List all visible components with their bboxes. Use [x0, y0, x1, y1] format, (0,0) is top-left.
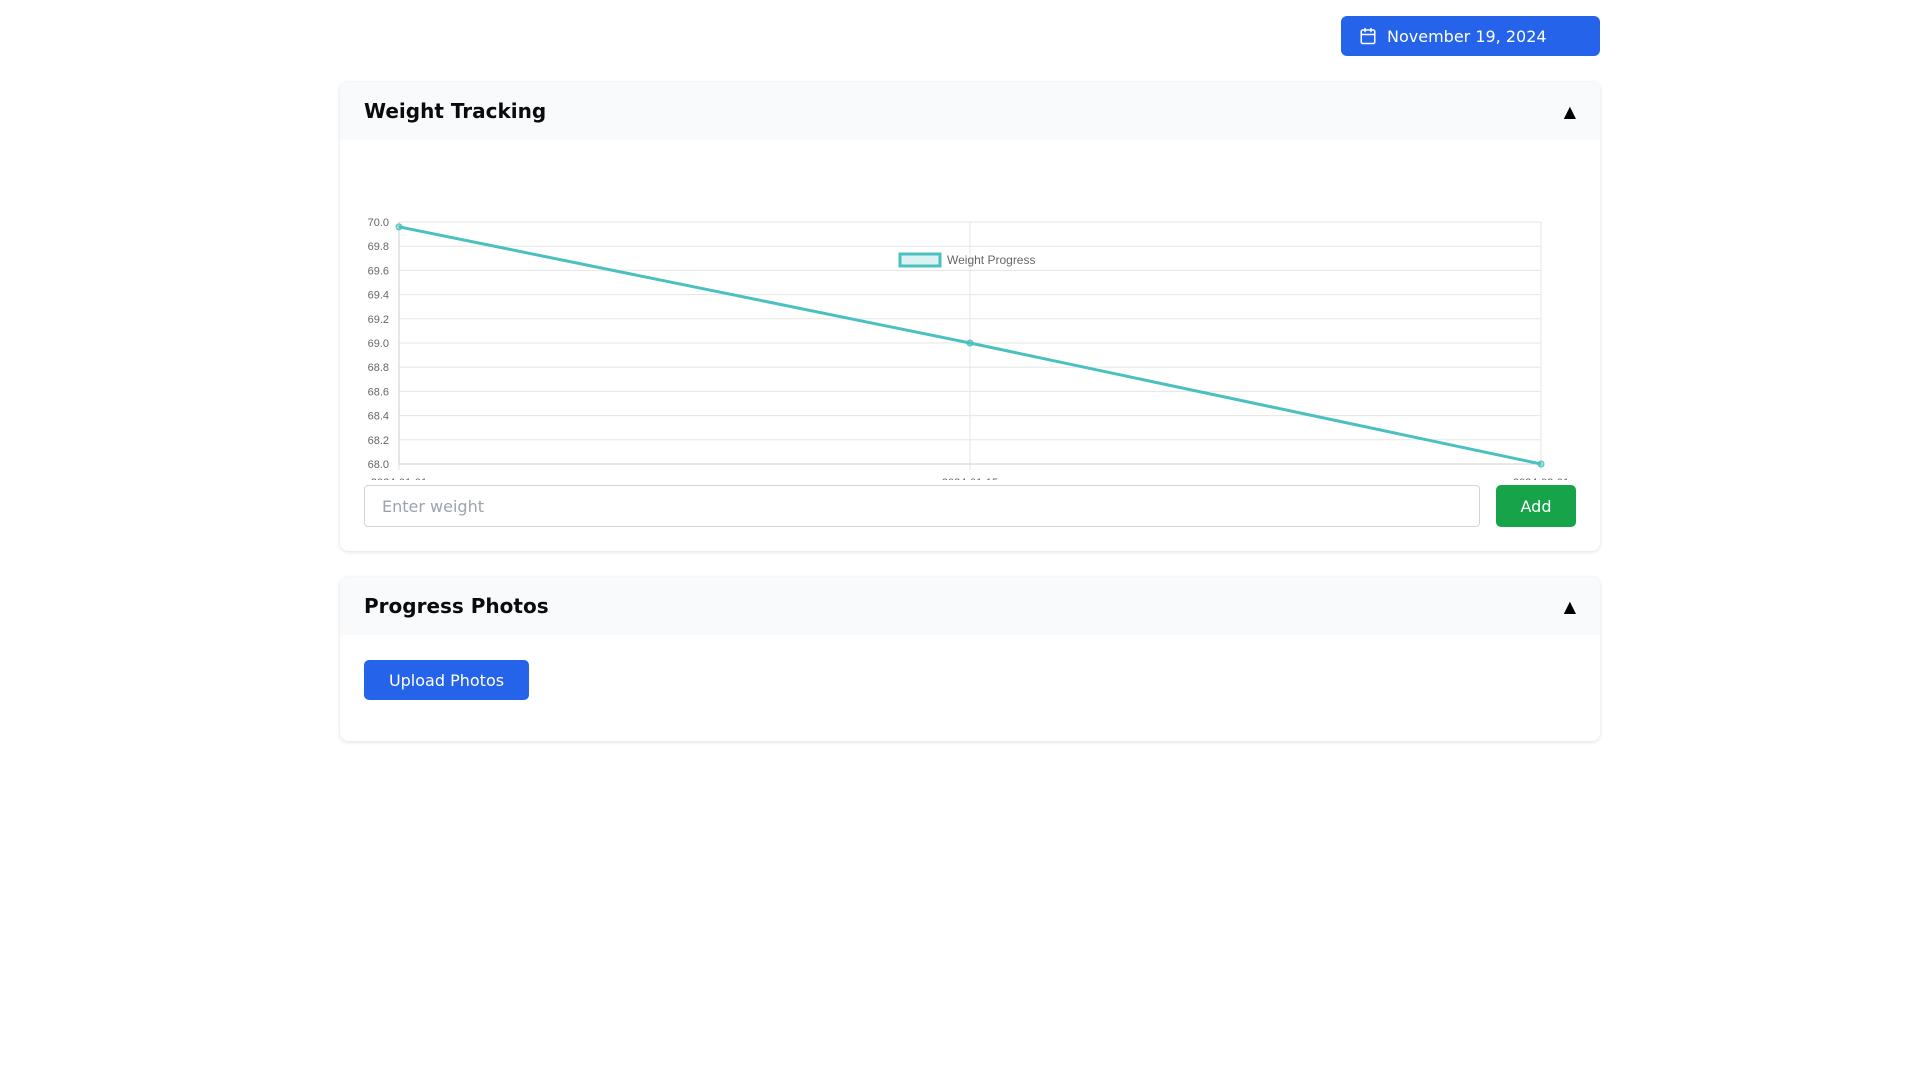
progress-photos-header[interactable]: Progress Photos ▲ — [340, 577, 1600, 635]
weight-input[interactable] — [364, 485, 1480, 527]
y-tick-label: 69.0 — [368, 338, 389, 350]
y-tick-label: 68.0 — [368, 459, 389, 471]
calendar-icon — [1359, 27, 1377, 45]
weight-input-row: Add — [364, 485, 1576, 527]
y-tick-label: 68.8 — [368, 362, 389, 374]
x-tick-label: 2024-01-01 — [371, 477, 427, 480]
weight-chart: 70.0 69.8 69.6 69.4 69.2 69.0 68.8 68.6 68.4 68.2… — [340, 140, 1600, 480]
upload-photos-button[interactable]: Upload Photos — [364, 660, 529, 700]
x-tick-label: 2024-01-15 — [942, 477, 998, 480]
weight-chart-svg: 70.0 69.8 69.6 69.4 69.2 69.0 68.8 68.6 68.4 68.2… — [368, 217, 1570, 480]
y-tick-label: 69.8 — [368, 241, 389, 253]
x-tick-label: 2024-02-01 — [1513, 477, 1569, 480]
weight-tracking-header[interactable]: Weight Tracking ▲ — [340, 82, 1600, 140]
legend-swatch — [898, 252, 942, 268]
data-point — [1537, 460, 1545, 468]
progress-photos-card: Progress Photos ▲ Upload Photos — [340, 577, 1600, 741]
y-tick-label: 68.6 — [368, 386, 389, 398]
collapse-arrow-icon[interactable]: ▲ — [1564, 102, 1576, 121]
date-label: November 19, 2024 — [1387, 26, 1547, 46]
progress-photos-title: Progress Photos — [364, 594, 549, 618]
weight-tracking-card: Weight Tracking ▲ 70.0 69.8 69.6 69.4 69.2 69… — [340, 82, 1600, 551]
date-picker-button[interactable]: November 19, 2024 — [1341, 16, 1600, 56]
y-tick-label: 69.2 — [368, 314, 389, 326]
weight-tracking-title: Weight Tracking — [364, 99, 547, 123]
y-tick-label: 68.2 — [368, 435, 389, 447]
legend-label: Weight Progress — [947, 253, 1035, 267]
y-tick-label: 70.0 — [368, 217, 389, 229]
add-weight-button[interactable]: Add — [1496, 485, 1576, 527]
collapse-arrow-icon[interactable]: ▲ — [1564, 597, 1576, 616]
data-point — [395, 223, 403, 231]
data-point — [966, 339, 974, 347]
y-tick-label: 69.4 — [368, 290, 389, 302]
y-tick-label: 69.6 — [368, 265, 389, 277]
y-tick-label: 68.4 — [368, 411, 389, 423]
